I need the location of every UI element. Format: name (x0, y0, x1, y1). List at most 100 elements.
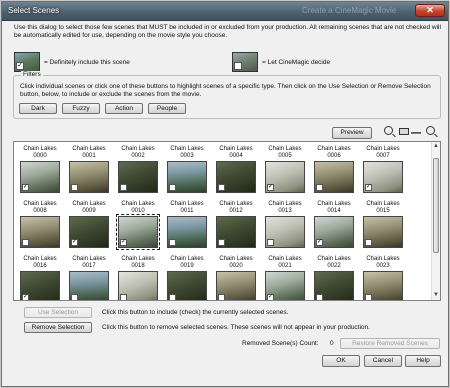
title-bar[interactable]: Select Scenes Create a CineMagic Movie ✕ (2, 2, 448, 21)
checkbox-checked-icon[interactable]: ✓ (22, 184, 29, 191)
remove-selection-button[interactable]: Remove Selection (24, 322, 92, 333)
use-selection-button[interactable]: Use Selection (24, 307, 92, 318)
restore-removed-button[interactable]: Restore Removed Scenes (340, 338, 440, 349)
checkbox-empty-icon[interactable] (169, 239, 176, 246)
scene-item[interactable]: Chain Lakes 0022 (312, 256, 356, 300)
checkbox-empty-icon[interactable] (218, 294, 225, 300)
scene-item[interactable]: Chain Lakes 0003 (165, 146, 209, 193)
filter-action-button[interactable]: Action (105, 103, 143, 114)
checkbox-empty-icon[interactable] (120, 184, 127, 191)
checkbox-checked-icon[interactable]: ✓ (365, 184, 372, 191)
scroll-down-icon[interactable]: ▼ (432, 291, 440, 300)
scene-thumbnail[interactable] (167, 271, 207, 300)
scene-item[interactable]: Chain Lakes 0009 ✓ (67, 201, 111, 248)
scene-thumbnail[interactable]: ✓ (20, 161, 60, 193)
checkbox-empty-icon[interactable] (169, 294, 176, 300)
scene-thumbnail[interactable] (314, 161, 354, 193)
filter-dark-button[interactable]: Dark (19, 103, 57, 114)
scene-item[interactable]: Chain Lakes 0013 (263, 201, 307, 248)
scene-item[interactable]: Chain Lakes 0018 (116, 256, 160, 300)
scene-name: Chain Lakes (219, 256, 253, 262)
scene-item[interactable]: Chain Lakes 0008 (18, 201, 62, 248)
scene-item[interactable]: Chain Lakes 0015 (361, 201, 405, 248)
scene-thumbnail[interactable] (118, 271, 158, 300)
checkbox-checked-icon[interactable]: ✓ (120, 239, 127, 246)
scene-thumbnail[interactable] (314, 271, 354, 300)
scene-item[interactable]: Chain Lakes 0005 ✓ (263, 146, 307, 193)
scene-item[interactable]: Chain Lakes 0010 ✓ (116, 201, 160, 250)
scene-thumbnail[interactable] (69, 271, 109, 300)
checkbox-checked-icon[interactable]: ✓ (22, 294, 29, 300)
scene-item[interactable]: Chain Lakes 0001 (67, 146, 111, 193)
checkbox-empty-icon[interactable] (71, 294, 78, 300)
scene-item[interactable]: Chain Lakes 0006 (312, 146, 356, 193)
scene-grid-scrollbar[interactable]: ▲ ▼ (431, 142, 440, 300)
scene-name: Chain Lakes (317, 146, 351, 152)
checkbox-empty-icon[interactable] (22, 239, 29, 246)
checkbox-empty-icon[interactable] (316, 294, 323, 300)
dialog-title: Select Scenes (8, 6, 60, 15)
scene-number: 0005 (278, 153, 292, 159)
scene-item[interactable]: Chain Lakes 0023 (361, 256, 405, 300)
zoom-out-icon[interactable] (384, 126, 393, 135)
checkbox-empty-icon[interactable] (169, 184, 176, 191)
scroll-up-icon[interactable]: ▲ (432, 142, 440, 151)
scene-thumbnail[interactable]: ✓ (314, 216, 354, 248)
zoom-slider-thumb[interactable] (399, 128, 409, 135)
checkbox-empty-icon[interactable] (316, 184, 323, 191)
scene-thumbnail[interactable] (69, 161, 109, 193)
filter-people-button[interactable]: People (148, 103, 186, 114)
scene-thumbnail[interactable] (167, 161, 207, 193)
checkbox-checked-icon[interactable]: ✓ (267, 184, 274, 191)
scrollbar-thumb[interactable] (433, 158, 439, 253)
checkbox-empty-icon[interactable] (365, 294, 372, 300)
scene-item[interactable]: Chain Lakes 0020 (214, 256, 258, 300)
scene-item[interactable]: Chain Lakes 0021 ✓ (263, 256, 307, 300)
checkbox-checked-icon[interactable]: ✓ (316, 239, 323, 246)
scene-thumbnail[interactable] (216, 271, 256, 300)
scene-thumbnail[interactable]: ✓ (363, 161, 403, 193)
checkbox-checked-icon[interactable]: ✓ (71, 239, 78, 246)
cancel-button[interactable]: Cancel (364, 355, 402, 367)
checkbox-empty-icon[interactable] (267, 239, 274, 246)
scene-item[interactable]: Chain Lakes 0002 (116, 146, 160, 193)
legend-include-thumbnail: ✓ (14, 52, 40, 72)
scene-item[interactable]: Chain Lakes 0014 ✓ (312, 201, 356, 248)
zoom-in-icon[interactable] (426, 126, 435, 135)
scene-thumbnail[interactable] (216, 161, 256, 193)
scene-thumbnail[interactable]: ✓ (265, 271, 305, 300)
scene-thumbnail[interactable] (167, 216, 207, 248)
scene-item[interactable]: Chain Lakes 0016 ✓ (18, 256, 62, 300)
scene-item[interactable]: Chain Lakes 0007 ✓ (361, 146, 405, 193)
checkbox-empty-icon[interactable] (120, 294, 127, 300)
scene-item[interactable]: Chain Lakes 0000 ✓ (18, 146, 62, 193)
scene-thumbnail[interactable] (363, 271, 403, 300)
checkbox-empty-icon[interactable] (71, 184, 78, 191)
scene-name: Chain Lakes (366, 256, 400, 262)
checkbox-empty-icon[interactable] (365, 239, 372, 246)
scene-thumbnail[interactable] (20, 216, 60, 248)
preview-button[interactable]: Preview (332, 127, 372, 139)
checkbox-checked-icon[interactable]: ✓ (267, 294, 274, 300)
checkbox-empty-icon[interactable] (218, 184, 225, 191)
scene-item[interactable]: Chain Lakes 0004 (214, 146, 258, 193)
scene-thumbnail[interactable]: ✓ (116, 214, 160, 250)
ok-button[interactable]: OK (322, 355, 360, 367)
filter-fuzzy-button[interactable]: Fuzzy (62, 103, 100, 114)
close-button[interactable]: ✕ (415, 4, 445, 17)
scene-number: 0003 (180, 153, 194, 159)
scene-thumbnail[interactable] (216, 216, 256, 248)
scene-thumbnail[interactable]: ✓ (69, 216, 109, 248)
scene-thumbnail[interactable]: ✓ (265, 161, 305, 193)
zoom-slider-track[interactable] (411, 132, 421, 134)
checkbox-empty-icon[interactable] (218, 239, 225, 246)
scene-item[interactable]: Chain Lakes 0011 (165, 201, 209, 248)
scene-thumbnail[interactable]: ✓ (20, 271, 60, 300)
scene-thumbnail[interactable] (118, 161, 158, 193)
scene-thumbnail[interactable] (265, 216, 305, 248)
scene-item[interactable]: Chain Lakes 0012 (214, 201, 258, 248)
scene-item[interactable]: Chain Lakes 0019 (165, 256, 209, 300)
scene-item[interactable]: Chain Lakes 0017 (67, 256, 111, 300)
help-button[interactable]: Help (405, 355, 441, 367)
scene-thumbnail[interactable] (363, 216, 403, 248)
